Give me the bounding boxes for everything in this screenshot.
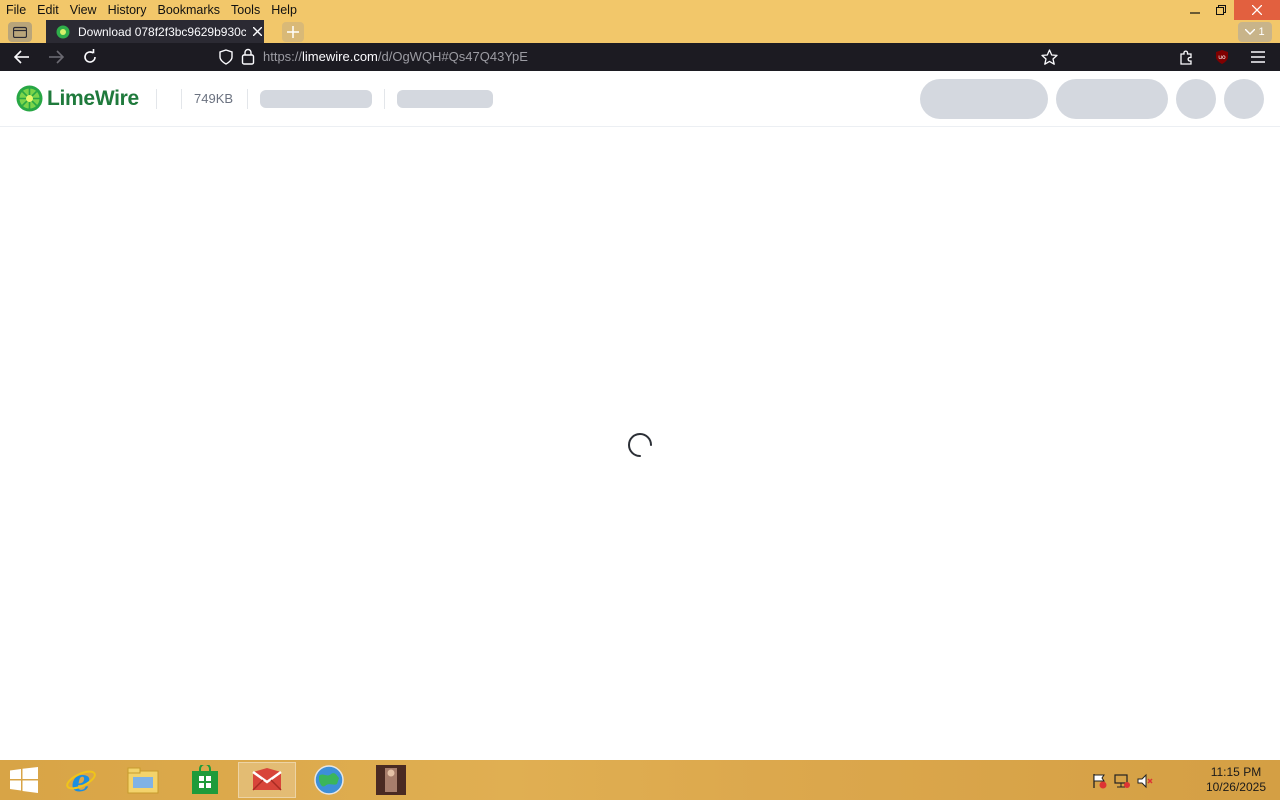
list-all-tabs-button[interactable]: 1 <box>1238 22 1272 42</box>
site-header: LimeWire 749KB <box>0 71 1280 127</box>
start-button[interactable] <box>8 766 40 794</box>
system-tray: 11:15 PM 10/26/2025 <box>1080 760 1280 800</box>
skeleton-avatar <box>1176 79 1216 119</box>
forward-button[interactable] <box>43 46 69 68</box>
web-page: LimeWire 749KB <box>0 71 1280 760</box>
restore-icon <box>1216 5 1226 15</box>
flag-alert-icon <box>1093 774 1107 789</box>
menu-bar: File Edit View History Bookmarks Tools H… <box>0 0 308 20</box>
menu-tools[interactable]: Tools <box>231 0 260 20</box>
tab-count: 1 <box>1258 26 1265 38</box>
network-tray[interactable] <box>1113 772 1131 790</box>
lock-icon[interactable] <box>241 48 255 65</box>
taskbar-file-explorer[interactable] <box>114 762 172 798</box>
firefox-view-button[interactable] <box>8 22 32 42</box>
tab-strip: Download 078f2f3bc9629b930ce 1 <box>0 20 1280 43</box>
file-size: 749KB <box>194 91 234 106</box>
url-prefix: https:// <box>263 49 303 64</box>
forward-arrow-icon <box>49 50 64 64</box>
restore-button[interactable] <box>1208 0 1234 20</box>
url-path: /d/OgWQH#Qs47Q43YpE <box>377 49 528 64</box>
window-controls <box>1182 0 1280 20</box>
limewire-logo[interactable]: LimeWire <box>16 85 139 112</box>
hamburger-menu-icon <box>1251 51 1265 63</box>
back-button[interactable] <box>9 46 35 68</box>
puzzle-piece-icon <box>1180 50 1192 65</box>
taskbar-firefox[interactable] <box>238 762 296 798</box>
bookmark-star-icon[interactable] <box>1041 49 1058 65</box>
url-bar[interactable]: https://limewire.com/d/OgWQH#Qs47Q43YpE <box>212 45 1070 69</box>
header-divider <box>247 89 248 109</box>
folder-tab-icon <box>13 26 27 38</box>
windows-logo-icon <box>10 767 38 793</box>
url-host: limewire.com <box>302 49 378 64</box>
browser-envelope-icon <box>252 768 282 791</box>
clock-date: 10/26/2025 <box>1205 780 1266 794</box>
limewire-favicon-icon <box>56 25 70 38</box>
svg-text:uo: uo <box>1218 54 1226 61</box>
lime-logo-icon <box>16 85 43 112</box>
action-center-tray[interactable] <box>1090 772 1108 790</box>
extensions-button[interactable] <box>1174 46 1198 68</box>
menu-help[interactable]: Help <box>271 0 297 20</box>
shield-icon[interactable] <box>219 49 233 65</box>
globe-icon <box>314 765 344 795</box>
tab-active[interactable]: Download 078f2f3bc9629b930ce <box>46 20 264 43</box>
reload-icon <box>84 49 96 63</box>
taskbar-globe-app[interactable] <box>300 762 358 798</box>
header-divider <box>156 89 157 109</box>
svg-text:e: e <box>71 764 90 796</box>
header-divider <box>181 89 182 109</box>
media-thumbnail-icon <box>376 765 406 795</box>
network-icon <box>1114 774 1130 788</box>
store-bag-icon <box>192 765 218 794</box>
ublock-origin-button[interactable]: uo <box>1210 46 1234 68</box>
taskbar-internet-explorer[interactable]: e <box>52 762 110 798</box>
skeleton-placeholder <box>397 90 493 108</box>
menu-file[interactable]: File <box>6 0 26 20</box>
menu-history[interactable]: History <box>108 0 147 20</box>
tab-close-button[interactable] <box>250 25 264 39</box>
volume-muted-icon <box>1137 773 1153 789</box>
clock-time: 11:15 PM <box>1210 765 1262 779</box>
back-arrow-icon <box>14 50 29 64</box>
navigation-toolbar: https://limewire.com/d/OgWQH#Qs47Q43YpE … <box>0 43 1280 71</box>
menu-view[interactable]: View <box>70 0 97 20</box>
taskbar-media-app[interactable] <box>362 762 420 798</box>
close-window-button[interactable] <box>1234 0 1280 20</box>
close-icon <box>252 27 262 36</box>
minimize-icon <box>1190 12 1200 14</box>
skeleton-placeholder <box>260 90 372 108</box>
close-icon <box>1252 5 1262 15</box>
menu-bookmarks[interactable]: Bookmarks <box>157 0 220 20</box>
minimize-button[interactable] <box>1182 0 1208 20</box>
skeleton-avatar <box>1224 79 1264 119</box>
tab-title: Download 078f2f3bc9629b930ce <box>78 24 246 39</box>
taskbar-store[interactable] <box>176 762 234 798</box>
clock[interactable]: 11:15 PM 10/26/2025 <box>1206 765 1266 795</box>
plus-icon <box>287 26 299 38</box>
url-text[interactable]: https://limewire.com/d/OgWQH#Qs47Q43YpE <box>263 49 528 64</box>
volume-tray[interactable] <box>1136 772 1154 790</box>
logo-text: LimeWire <box>47 86 139 110</box>
window-titlebar: File Edit View History Bookmarks Tools H… <box>0 0 1280 20</box>
internet-explorer-icon: e <box>66 764 96 796</box>
windows-taskbar: e 11:15 PM 10/26/2025 <box>0 760 1280 800</box>
ublock-shield-icon: uo <box>1216 50 1228 64</box>
skeleton-button <box>920 79 1048 119</box>
reload-button[interactable] <box>77 46 103 68</box>
folder-icon <box>127 767 159 794</box>
loading-spinner-icon <box>628 433 652 457</box>
skeleton-button <box>1056 79 1168 119</box>
header-divider <box>384 89 385 109</box>
new-tab-button[interactable] <box>282 22 304 42</box>
menu-edit[interactable]: Edit <box>37 0 59 20</box>
app-menu-button[interactable] <box>1246 46 1270 68</box>
chevron-down-icon <box>1245 29 1256 35</box>
